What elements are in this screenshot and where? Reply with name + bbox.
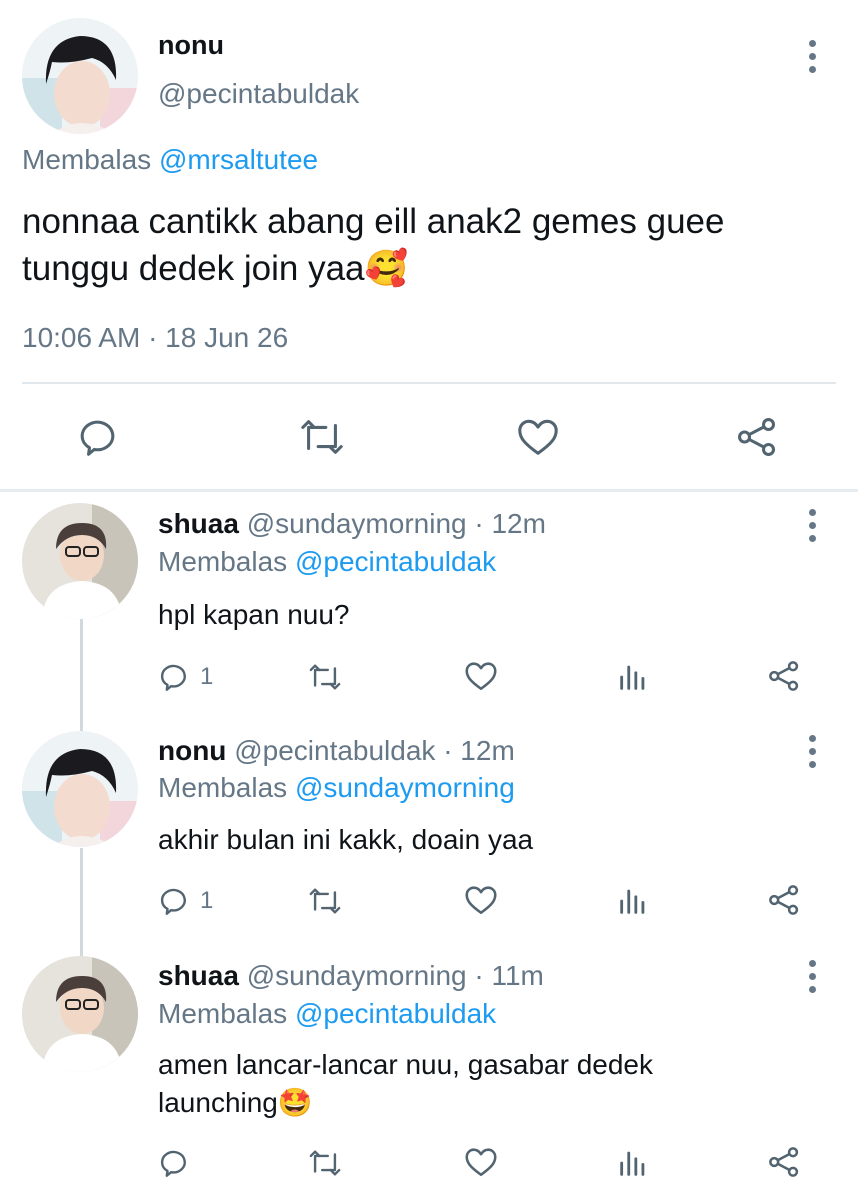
reply-context: Membalas @mrsaltutee xyxy=(22,144,318,176)
display-name[interactable]: shuaa xyxy=(158,960,239,991)
reply-header: shuaa @sundaymorning · 12m xyxy=(158,508,546,540)
thread-line xyxy=(80,616,83,731)
tweet-text: nonnaa cantikk abang eill anak2 gemes gu… xyxy=(22,198,837,292)
section-divider xyxy=(0,489,858,492)
reply-icon[interactable] xyxy=(158,884,194,918)
reply-icon[interactable] xyxy=(78,414,124,460)
avatar[interactable] xyxy=(22,956,138,1072)
smiling-hearts-emoji: 🥰 xyxy=(364,249,409,288)
share-icon[interactable] xyxy=(766,658,802,694)
reply-icon[interactable] xyxy=(158,660,194,694)
tweet-text-body: amen lancar-lancar nuu, gasabar dedek la… xyxy=(158,1049,653,1118)
analytics-icon[interactable] xyxy=(616,884,650,918)
reply-context: Membalas @pecintabuldak xyxy=(158,998,496,1030)
tweet-text: hpl kapan nuu? xyxy=(158,599,350,630)
display-name[interactable]: shuaa xyxy=(158,508,239,539)
reply-prefix: Membalas xyxy=(158,546,288,577)
display-name[interactable]: nonu xyxy=(158,735,226,766)
avatar[interactable] xyxy=(22,731,138,847)
reply-count: 1 xyxy=(200,663,214,690)
retweet-icon[interactable] xyxy=(306,884,344,918)
handle-and-time[interactable]: @sundaymorning · 11m xyxy=(247,960,544,991)
share-icon[interactable] xyxy=(734,414,780,460)
like-icon[interactable] xyxy=(462,658,500,694)
tweet-text: amen lancar-lancar nuu, gasabar dedek la… xyxy=(158,1046,778,1122)
retweet-icon[interactable] xyxy=(298,414,346,460)
reply-header: shuaa @sundaymorning · 11m xyxy=(158,960,544,992)
reply-prefix: Membalas xyxy=(22,144,152,175)
more-options-icon[interactable] xyxy=(797,36,827,76)
thread-line xyxy=(80,848,83,958)
reply-to-mention[interactable]: @pecintabuldak xyxy=(295,998,496,1029)
reply-prefix: Membalas xyxy=(158,998,288,1029)
tweet-text: akhir bulan ini kakk, doain yaa xyxy=(158,824,534,855)
display-name[interactable]: nonu xyxy=(158,30,224,61)
reply-count: 1 xyxy=(200,887,214,914)
handle-and-time[interactable]: @pecintabuldak · 12m xyxy=(234,735,515,766)
retweet-icon[interactable] xyxy=(306,660,344,694)
avatar[interactable] xyxy=(22,503,138,619)
reply-context: Membalas @sundaymorning xyxy=(158,772,515,804)
like-icon[interactable] xyxy=(514,414,562,460)
like-icon[interactable] xyxy=(462,1144,500,1180)
user-handle[interactable]: @pecintabuldak xyxy=(158,78,359,110)
reply-to-mention[interactable]: @mrsaltutee xyxy=(159,144,318,175)
more-options-icon[interactable] xyxy=(797,956,827,996)
tweet-timestamp[interactable]: 10:06 AM · 18 Jun 26 xyxy=(22,322,288,354)
retweet-icon[interactable] xyxy=(306,1146,344,1180)
reply-prefix: Membalas xyxy=(158,772,288,803)
more-options-icon[interactable] xyxy=(797,731,827,771)
handle-and-time[interactable]: @sundaymorning · 12m xyxy=(247,508,546,539)
star-struck-emoji: 🤩 xyxy=(277,1087,313,1118)
divider xyxy=(22,382,836,384)
like-icon[interactable] xyxy=(462,882,500,918)
reply-context: Membalas @pecintabuldak xyxy=(158,546,496,578)
share-icon[interactable] xyxy=(766,882,802,918)
analytics-icon[interactable] xyxy=(616,660,650,694)
reply-header: nonu @pecintabuldak · 12m xyxy=(158,735,515,767)
share-icon[interactable] xyxy=(766,1144,802,1180)
avatar[interactable] xyxy=(22,18,138,134)
reply-to-mention[interactable]: @pecintabuldak xyxy=(295,546,496,577)
reply-to-mention[interactable]: @sundaymorning xyxy=(295,772,515,803)
more-options-icon[interactable] xyxy=(797,505,827,545)
reply-icon[interactable] xyxy=(158,1146,194,1180)
analytics-icon[interactable] xyxy=(616,1146,650,1180)
